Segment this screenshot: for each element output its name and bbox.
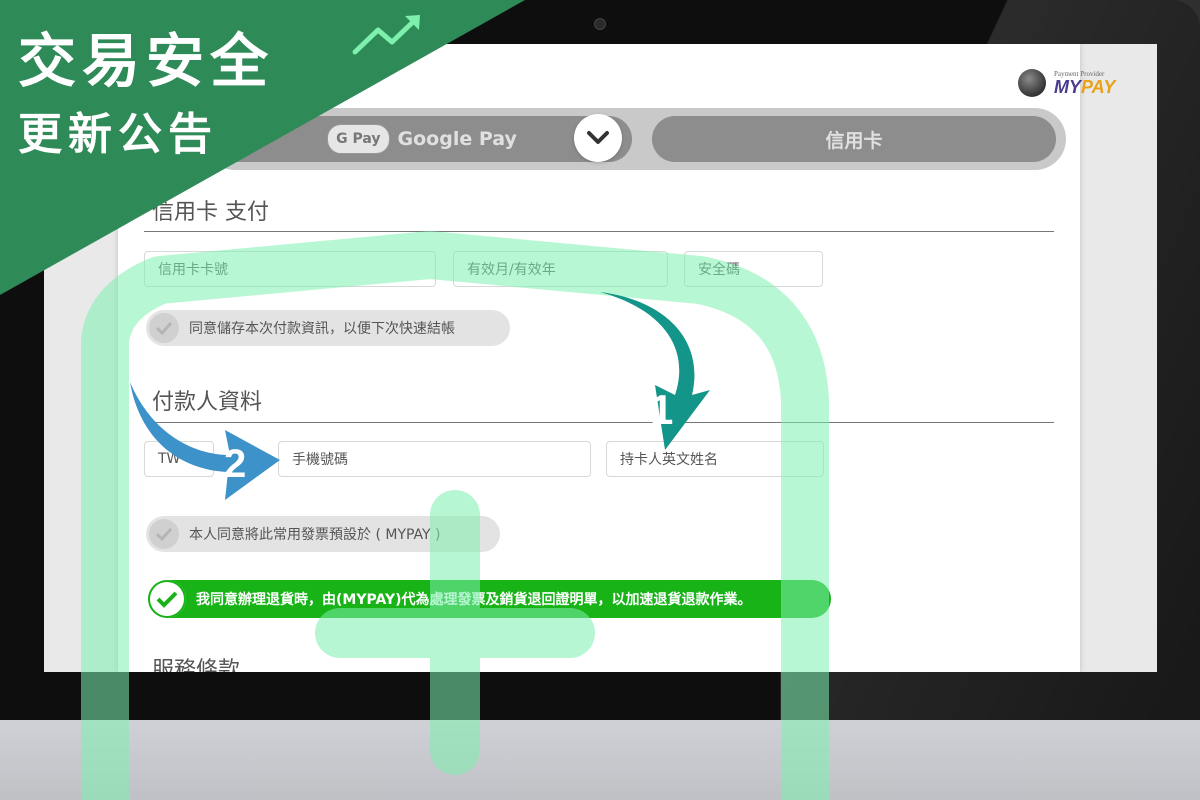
banner-title: 交易安全 [18, 27, 275, 95]
step1-number: 1 [650, 386, 674, 433]
banner-subtitle: 更新公告 [18, 109, 218, 160]
arrow-step2-icon [130, 382, 280, 500]
shield-watermark-icon [81, 231, 829, 800]
step2-number: 2 [224, 442, 247, 486]
